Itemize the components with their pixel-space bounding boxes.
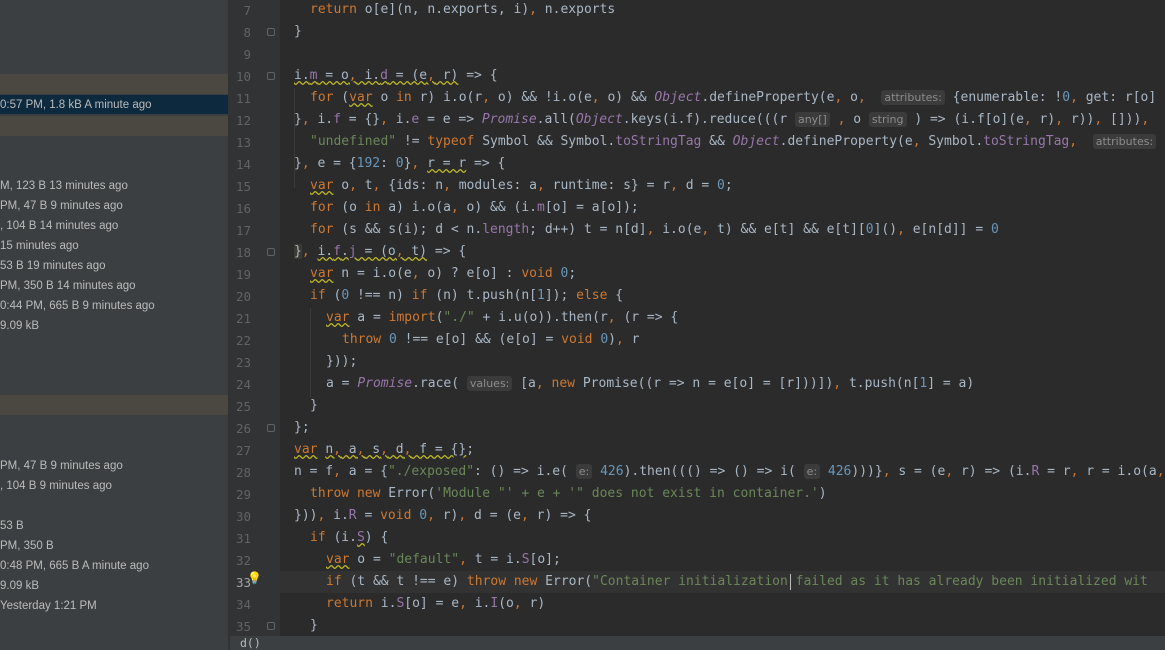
- line-number: 23: [235, 355, 251, 370]
- param-hint: attributes:: [1092, 134, 1157, 149]
- history-item[interactable]: PM, 47 B 9 minutes ago: [0, 460, 123, 472]
- line-number: 21: [235, 311, 251, 326]
- code-line[interactable]: }: [294, 21, 302, 43]
- history-item[interactable]: 53 B: [0, 520, 24, 532]
- line-number: 11: [235, 91, 251, 106]
- line-number: 9: [243, 47, 251, 62]
- history-item[interactable]: PM, 350 B: [0, 540, 54, 552]
- history-item[interactable]: 15 minutes ago: [0, 240, 79, 252]
- code-line[interactable]: }, i.f = {}, i.e = e => Promise.all(Obje…: [294, 109, 1149, 131]
- code-line[interactable]: }, i.f.j = (o, t) => {: [294, 241, 466, 263]
- code-line[interactable]: }));: [326, 351, 357, 373]
- line-number: 30: [235, 509, 251, 524]
- line-number: 25: [235, 399, 251, 414]
- code-line[interactable]: })), i.R = void 0, r), d = (e, r) => {: [294, 505, 591, 527]
- code-line[interactable]: if (0 !== n) if (n) t.push(n[1]); else {: [310, 285, 623, 307]
- line-number: 22: [235, 333, 251, 348]
- code-line[interactable]: var n = i.o(e, o) ? e[o] : void 0;: [310, 263, 576, 285]
- fold-marker[interactable]: [267, 248, 275, 256]
- fold-marker[interactable]: [267, 72, 275, 80]
- line-number: 24: [235, 377, 251, 392]
- line-number: 35: [235, 619, 251, 634]
- type-hint: any[]: [794, 112, 830, 127]
- history-item[interactable]: , 104 B 9 minutes ago: [0, 480, 112, 492]
- code-line[interactable]: return i.S[o] = e, i.I(o, r): [326, 593, 545, 615]
- code-line[interactable]: for (o in a) i.o(a, o) && (i.m[o] = a[o]…: [310, 197, 639, 219]
- code-line[interactable]: a = Promise.race( values: [a, new Promis…: [326, 373, 974, 395]
- history-item[interactable]: , 104 B 14 minutes ago: [0, 220, 118, 232]
- history-item[interactable]: 0:48 PM, 665 B A minute ago: [0, 560, 149, 572]
- code-line[interactable]: var n, a, s, d, f = {};: [294, 439, 474, 461]
- line-number: 29: [235, 487, 251, 502]
- code-line[interactable]: var o, t, {ids: n, modules: a, runtime: …: [310, 175, 733, 197]
- line-number: 28: [235, 465, 251, 480]
- line-number: 32: [235, 553, 251, 568]
- fold-marker[interactable]: [267, 28, 275, 36]
- editor-breadcrumb-bar: d(): [230, 636, 1165, 650]
- line-number: 15: [235, 179, 251, 194]
- line-number: 8: [243, 25, 251, 40]
- line-number-gutter[interactable]: 7 8 9 10 11 12 13 14 15 16 17 18 19 20 2…: [230, 0, 280, 650]
- code-line[interactable]: var a = import("./" + i.u(o)).then(r, (r…: [326, 307, 678, 329]
- lightbulb-icon[interactable]: 💡: [247, 570, 262, 586]
- code-line[interactable]: }, e = {192: 0}, r = r => {: [294, 153, 505, 175]
- line-number: 7: [243, 3, 251, 18]
- type-hint: string: [868, 112, 907, 127]
- code-line[interactable]: var o = "default", t = i.S[o];: [326, 549, 561, 571]
- line-number: 34: [235, 597, 251, 612]
- code-line-current[interactable]: if (t && t !== e) throw new Error("Conta…: [326, 571, 1148, 593]
- param-hint: values:: [466, 376, 513, 391]
- indent-guide: [310, 308, 311, 398]
- line-number: 19: [235, 267, 251, 282]
- history-item[interactable]: 53 B 19 minutes ago: [0, 260, 106, 272]
- code-line[interactable]: }: [310, 615, 318, 637]
- code-line[interactable]: throw 0 !== e[o] && (e[o] = void 0), r: [342, 329, 639, 351]
- history-group-header[interactable]: [0, 116, 228, 136]
- fold-marker[interactable]: [267, 424, 275, 432]
- fold-marker[interactable]: [267, 622, 275, 630]
- history-item[interactable]: 9.09 kB: [0, 580, 39, 592]
- line-number: 27: [235, 443, 251, 458]
- history-item[interactable]: 9.09 kB: [0, 320, 39, 332]
- history-item[interactable]: M, 123 B 13 minutes ago: [0, 180, 128, 192]
- line-number: 14: [235, 157, 251, 172]
- history-item[interactable]: PM, 350 B 14 minutes ago: [0, 280, 136, 292]
- line-number: 20: [235, 289, 251, 304]
- param-hint: e:: [803, 464, 821, 479]
- code-line[interactable]: i.m = o, i.d = (e, r) => {: [294, 65, 498, 87]
- history-group-header[interactable]: [0, 74, 228, 94]
- line-number: 16: [235, 201, 251, 216]
- line-number: 12: [235, 113, 251, 128]
- breadcrumb-function[interactable]: d(): [240, 636, 261, 650]
- code-line[interactable]: if (i.S) {: [310, 527, 388, 549]
- history-item[interactable]: 0:44 PM, 665 B 9 minutes ago: [0, 300, 155, 312]
- history-group-header[interactable]: [0, 395, 228, 415]
- code-line[interactable]: };: [294, 417, 310, 439]
- code-editor[interactable]: return o[e](n, n.exports, i), n.exports …: [280, 0, 1165, 650]
- history-item[interactable]: Yesterday 1:21 PM: [0, 600, 97, 612]
- code-line[interactable]: for (var o in r) i.o(r, o) && !i.o(e, o)…: [310, 87, 1156, 109]
- code-line[interactable]: for (s && s(i); d < n.length; d++) t = n…: [310, 219, 999, 241]
- local-history-panel: 0:57 PM, 1.8 kB A minute ago M, 123 B 13…: [0, 0, 228, 650]
- param-hint: e:: [575, 464, 593, 479]
- code-line[interactable]: "undefined" != typeof Symbol && Symbol.t…: [310, 131, 1157, 153]
- line-number: 10: [235, 69, 251, 84]
- line-number: 17: [235, 223, 251, 238]
- code-line[interactable]: throw new Error('Module "' + e + '" does…: [310, 483, 827, 505]
- code-line[interactable]: }: [310, 395, 318, 417]
- code-line[interactable]: n = f, a = {"./exposed": () => i.e( e: 4…: [294, 461, 1165, 483]
- param-hint: attributes:: [881, 90, 945, 105]
- line-number: 31: [235, 531, 251, 546]
- line-number: 18: [235, 245, 251, 260]
- line-number: 26: [235, 421, 251, 436]
- line-number: 13: [235, 135, 251, 150]
- history-item[interactable]: 0:57 PM, 1.8 kB A minute ago: [0, 99, 152, 111]
- code-line[interactable]: return o[e](n, n.exports, i), n.exports: [310, 0, 615, 21]
- history-item[interactable]: PM, 47 B 9 minutes ago: [0, 200, 123, 212]
- text-caret: [790, 574, 791, 590]
